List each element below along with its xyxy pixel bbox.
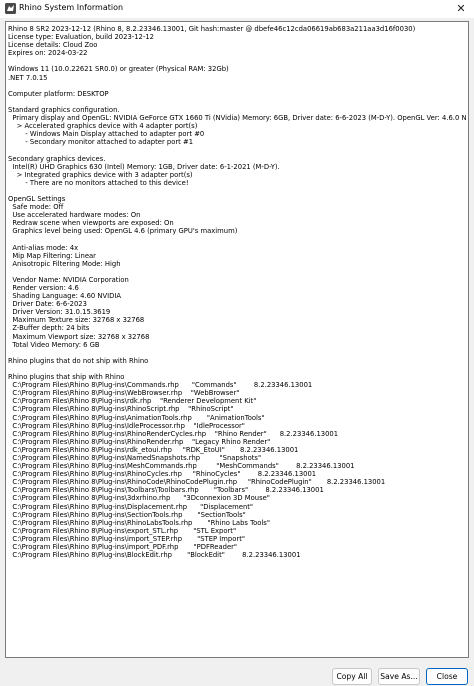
info-line: C:\Program Files\Rhino 8\Plug-ins\RhinoR… — [8, 429, 339, 438]
info-line: C:\Program Files\Rhino 8\Plug-ins\import… — [8, 534, 245, 543]
info-line: C:\Program Files\Rhino 8\Plug-ins\RhinoC… — [8, 478, 386, 487]
info-line: C:\Program Files\Rhino 8\Plug-ins\3dxrhi… — [8, 494, 270, 503]
info-line: Total Video Memory: 6 GB — [8, 340, 100, 349]
info-line — [8, 82, 466, 90]
info-line: Mip Map Filtering: Linear — [8, 251, 96, 260]
info-line: Vendor Name: NVIDIA Corporation — [8, 275, 129, 284]
info-line: Z-Buffer depth: 24 bits — [8, 324, 90, 333]
info-line: - Secondary monitor attached to adapter … — [8, 138, 194, 147]
info-line — [8, 235, 466, 243]
info-line — [8, 57, 466, 65]
rhino-app-icon — [5, 3, 16, 14]
info-line: C:\Program Files\Rhino 8\Plug-ins\NamedS… — [8, 453, 262, 462]
info-line: - There are no monitors attached to this… — [8, 178, 189, 187]
close-window-icon[interactable]: ✕ — [452, 1, 470, 17]
info-line: C:\Program Files\Rhino 8\Plug-ins\MeshCo… — [8, 462, 355, 471]
info-line — [8, 187, 466, 195]
info-line: Rhino plugins that ship with Rhino — [8, 373, 125, 382]
info-line: Safe mode: Off — [8, 203, 64, 212]
info-line: Maximum Viewport size: 32768 x 32768 — [8, 332, 150, 341]
info-line: .NET 7.0.15 — [8, 73, 48, 82]
info-line: C:\Program Files\Rhino 8\Plug-ins\Sectio… — [8, 510, 246, 519]
info-line — [8, 146, 466, 154]
info-line: C:\Program Files\Rhino 8\Plug-ins\BlockE… — [8, 551, 301, 560]
info-line: > Integrated graphics device with 3 adap… — [8, 170, 193, 179]
info-line: C:\Program Files\Rhino 8\Plug-ins\rdk_et… — [8, 445, 299, 454]
info-line: Driver Version: 31.0.15.3619 — [8, 308, 111, 317]
info-line: Primary display and OpenGL: NVIDIA GeFor… — [8, 114, 466, 123]
info-line: - Windows Main Display attached to adapt… — [8, 130, 205, 139]
info-lines: Rhino 8 SR2 2023-12-12 (Rhino 8, 8.2.233… — [8, 25, 466, 559]
info-line: Graphics level being used: OpenGL 4.6 (p… — [8, 227, 238, 236]
info-line: Anti-alias mode: 4x — [8, 243, 79, 252]
info-line: License type: Evaluation, build 2023-12-… — [8, 33, 154, 42]
info-line: Standard graphics configuration. — [8, 105, 120, 114]
window-title: Rhino System Information — [19, 3, 124, 12]
info-line: C:\Program Files\Rhino 8\Plug-ins\Displa… — [8, 502, 254, 511]
save-as-button[interactable]: Save As... — [378, 668, 420, 685]
info-line: Anisotropic Filtering Mode: High — [8, 259, 121, 268]
info-line: C:\Program Files\Rhino 8\Plug-ins\Animat… — [8, 413, 265, 422]
info-line: Rhino 8 SR2 2023-12-12 (Rhino 8, 8.2.233… — [8, 25, 416, 33]
system-info-textbox[interactable]: Rhino 8 SR2 2023-12-12 (Rhino 8, 8.2.233… — [5, 21, 469, 658]
info-line: C:\Program Files\Rhino 8\Plug-ins\RhinoR… — [8, 437, 271, 446]
info-line: Driver Date: 6-6-2023 — [8, 300, 87, 309]
info-line: License details: Cloud Zoo — [8, 41, 98, 50]
info-line — [8, 268, 466, 276]
info-line: Shading Language: 4.60 NVIDIA — [8, 292, 122, 301]
info-line: C:\Program Files\Rhino 8\Plug-ins\Toolba… — [8, 486, 324, 495]
info-line: C:\Program Files\Rhino 8\Plug-ins\import… — [8, 543, 238, 551]
info-line: Redraw scene when viewports are exposed:… — [8, 219, 174, 228]
info-line: C:\Program Files\Rhino 8\Plug-ins\rdk.rh… — [8, 397, 257, 406]
info-line: Computer platform: DESKTOP — [8, 89, 109, 98]
info-line: Render version: 4.6 — [8, 284, 79, 292]
info-line: Expires on: 2024-03-22 — [8, 49, 88, 58]
title-bar[interactable]: Rhino System Information ✕ — [0, 0, 474, 18]
info-line: Intel(R) UHD Graphics 630 (Intel) Memory… — [8, 162, 280, 171]
info-line: C:\Program Files\Rhino 8\Plug-ins\Comman… — [8, 381, 313, 390]
close-button[interactable]: Close — [426, 668, 468, 685]
info-line: C:\Program Files\Rhino 8\Plug-ins\RhinoS… — [8, 405, 234, 414]
info-line: OpenGL Settings — [8, 194, 66, 203]
info-line: C:\Program Files\Rhino 8\Plug-ins\RhinoC… — [8, 470, 317, 479]
info-line: Maximum Texture size: 32768 x 32768 — [8, 316, 145, 325]
info-line: Rhino plugins that do not ship with Rhin… — [8, 356, 149, 365]
info-line — [8, 365, 466, 373]
info-line: C:\Program Files\Rhino 8\Plug-ins\export… — [8, 526, 237, 535]
info-line: C:\Program Files\Rhino 8\Plug-ins\WebBro… — [8, 389, 240, 398]
info-line — [8, 98, 466, 106]
info-line: Secondary graphics devices. — [8, 154, 106, 163]
info-line: Windows 11 (10.0.22621 SR0.0) or greater… — [8, 65, 229, 74]
info-line: > Accelerated graphics device with 4 ada… — [8, 122, 198, 131]
copy-all-button[interactable]: Copy All — [332, 668, 372, 685]
info-line: C:\Program Files\Rhino 8\Plug-ins\IdlePr… — [8, 421, 245, 430]
info-line — [8, 349, 466, 357]
info-line: C:\Program Files\Rhino 8\Plug-ins\RhinoL… — [8, 518, 270, 527]
info-line: Use accelerated hardware modes: On — [8, 211, 141, 220]
